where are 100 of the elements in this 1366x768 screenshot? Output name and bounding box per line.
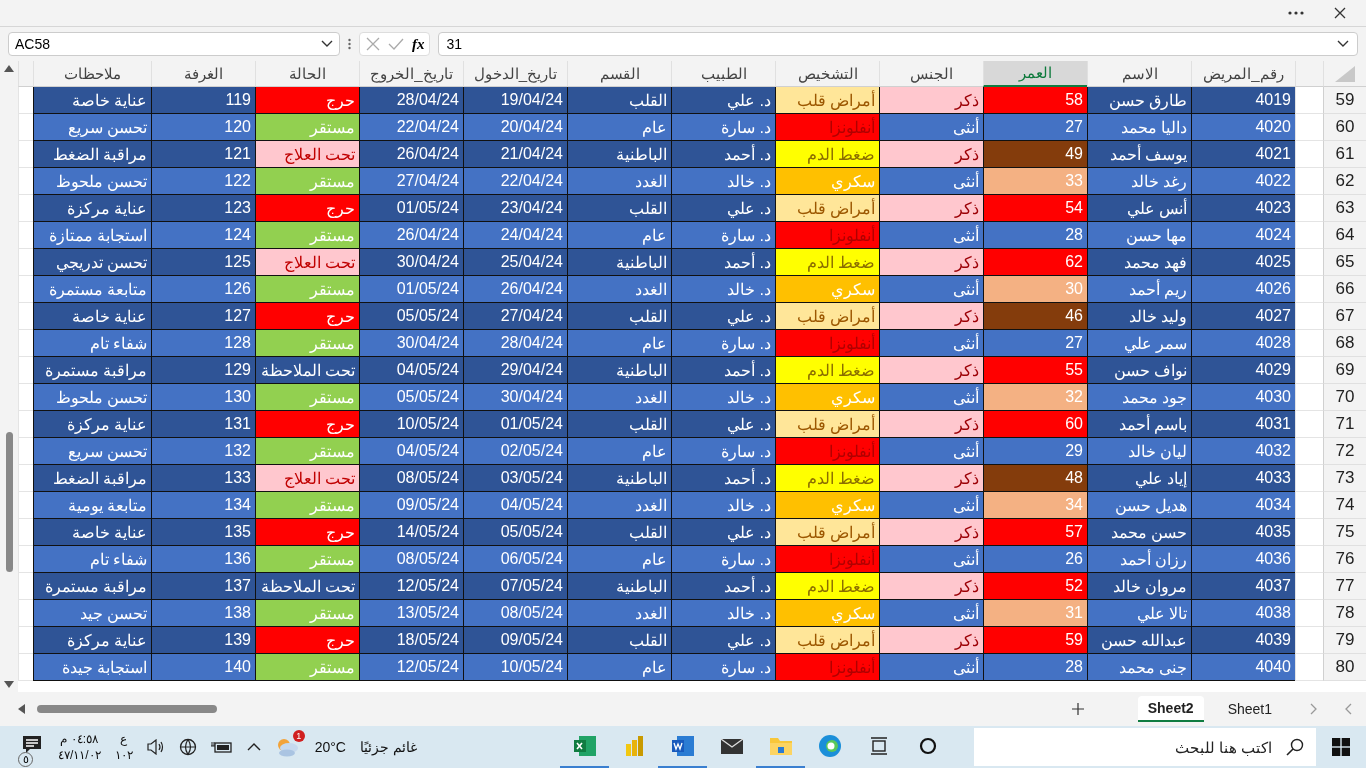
scrollbar-thumb[interactable] [37,705,217,713]
row-header[interactable]: 66 [1323,276,1366,303]
table-cell: أنفلونزا [775,222,879,249]
row-header[interactable]: 70 [1323,384,1366,411]
language-indicator[interactable]: ع [120,731,128,747]
row-header[interactable]: 68 [1323,330,1366,357]
table-cell: الغدد [567,168,671,195]
search-field[interactable]: اكتب هنا للبحث [974,728,1316,766]
table-cell: فهد محمد [1087,249,1191,276]
handle-icon[interactable] [348,38,351,50]
speaker-icon[interactable] [146,739,165,755]
row-header[interactable]: 75 [1323,519,1366,546]
column-header[interactable]: ملاحظات [33,61,151,87]
row-header[interactable]: 69 [1323,357,1366,384]
scroll-left-icon[interactable] [18,704,25,714]
table-cell: 26/04/24 [359,141,463,168]
weather-text[interactable]: غائم جزئيًا [359,739,417,755]
row-header[interactable]: 80 [1323,654,1366,681]
windows-start-icon[interactable] [1332,738,1350,756]
table-cell: ذكر [879,303,983,330]
table-cell: د. سارة [671,114,775,141]
row-header[interactable]: 72 [1323,438,1366,465]
globe-icon[interactable] [178,738,197,756]
language-code: ١٠٢ [114,747,133,763]
column-header[interactable]: تاريخ_الدخول [463,61,567,87]
table-cell: 119 [151,87,255,114]
column-header[interactable]: تاريخ_الخروج [359,61,463,87]
table-cell: 12/05/24 [359,654,463,681]
table-cell: 08/05/24 [359,465,463,492]
name-box[interactable]: AC58 [8,32,340,56]
temperature[interactable]: 20°C [314,739,346,755]
expand-icon[interactable] [1337,40,1349,48]
sheet-tab[interactable]: Sheet2 [1137,696,1204,722]
column-header[interactable]: العمر [983,61,1087,87]
column-header[interactable]: رقم_المريض [1191,61,1295,87]
table-cell: أنثى [879,222,983,249]
column-header[interactable]: الغرفة [151,61,255,87]
row-header[interactable]: 61 [1323,141,1366,168]
scrollbar-thumb[interactable] [5,431,13,572]
table-cell: استجابة ممتازة [33,222,151,249]
table-cell: 13/05/24 [359,600,463,627]
chevron-up-icon[interactable] [246,743,261,751]
dropdown-icon[interactable] [321,40,333,48]
row-header[interactable]: 63 [1323,195,1366,222]
row-header[interactable]: 78 [1323,600,1366,627]
table-cell: 21/04/24 [463,141,567,168]
table-cell: 06/05/24 [463,546,567,573]
formula-field[interactable]: 31 [437,32,1358,56]
previous-icon[interactable] [1345,703,1352,715]
row-header[interactable]: 62 [1323,168,1366,195]
row-header[interactable]: 76 [1323,546,1366,573]
close-icon[interactable] [1334,7,1346,19]
column-header[interactable]: الجنس [879,61,983,87]
insert-function-button[interactable]: fx [412,35,425,53]
table-cell: تحت الملاحظة [255,357,359,384]
column-header[interactable]: الطبيب [671,61,775,87]
row-header[interactable]: 79 [1323,627,1366,654]
table-cell: د. علي [671,87,775,114]
row-header[interactable]: 65 [1323,249,1366,276]
table-cell: شفاء تام [33,330,151,357]
battery-icon[interactable] [210,740,233,754]
table-cell: تحت العلاج [255,465,359,492]
column-header[interactable]: الحالة [255,61,359,87]
row-header[interactable]: 67 [1323,303,1366,330]
more-icon[interactable] [1288,11,1304,15]
table-cell: سكري [775,168,879,195]
add-sheet-icon[interactable] [1071,703,1084,715]
next-icon[interactable] [1310,703,1317,715]
row-header[interactable]: 74 [1323,492,1366,519]
clock-time[interactable]: ٠٤:٥٨ م [60,731,99,747]
column-header[interactable]: الاسم [1087,61,1191,87]
notification-badge: ٥ [18,752,33,767]
column-header[interactable]: التشخيص [775,61,879,87]
row-header[interactable]: 64 [1323,222,1366,249]
row-header[interactable]: 73 [1323,465,1366,492]
table-cell: مروان خالد [1087,573,1191,600]
column-header[interactable]: القسم [567,61,671,87]
table-cell: 4035 [1191,519,1295,546]
table-cell: 09/05/24 [463,627,567,654]
clock-date[interactable]: ٤٧/١١/٠٢ [58,747,101,763]
table-cell: 01/05/24 [359,195,463,222]
row-header[interactable]: 60 [1323,114,1366,141]
table-cell: الباطنية [567,141,671,168]
table-cell: مها حسن [1087,222,1191,249]
row-header[interactable]: 59 [1323,87,1366,114]
table-cell: 19/04/24 [463,87,567,114]
row-header[interactable]: 71 [1323,411,1366,438]
table-cell: ذكر [879,627,983,654]
scroll-down-icon[interactable] [4,681,14,688]
notification-icon[interactable] [22,735,42,755]
scroll-up-icon[interactable] [4,65,14,72]
table-cell: القلب [567,195,671,222]
table-cell: 4030 [1191,384,1295,411]
table-cell: 127 [151,303,255,330]
table-cell: 49 [983,141,1087,168]
sheet-tab[interactable]: Sheet1 [1217,697,1282,721]
table-cell: أنفلونزا [775,654,879,681]
table-cell: 28 [983,222,1087,249]
table-cell: 134 [151,492,255,519]
row-header[interactable]: 77 [1323,573,1366,600]
